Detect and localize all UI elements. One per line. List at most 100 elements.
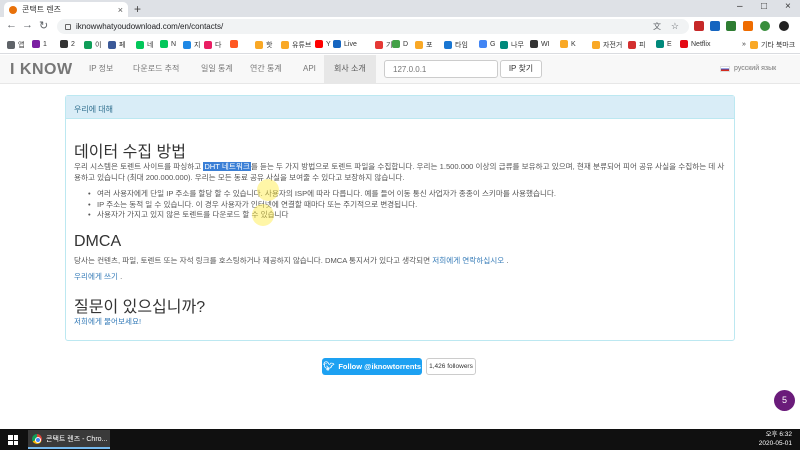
twitter-follow-button[interactable]: 🐦︎ Follow @iknowtorrents	[322, 358, 422, 375]
bookmark-icon	[255, 41, 263, 49]
followers-count[interactable]: 1,426 followers	[426, 358, 476, 375]
bookmark-icon	[375, 41, 383, 49]
bookmark-item[interactable]: D	[392, 40, 408, 48]
caveat-list: 여러 사용자에게 단일 IP 주소를 할당 할 수 있습니다. 사용자의 ISP…	[88, 189, 556, 221]
nav-ip-info[interactable]: IP 정보	[86, 55, 116, 83]
bookmark-icon	[500, 41, 508, 49]
bookmark-item[interactable]: 포	[415, 40, 432, 50]
bookmark-item[interactable]: 기	[375, 40, 392, 50]
bookmark-item[interactable]: 2	[60, 40, 75, 48]
language-switch[interactable]: русский язык	[720, 65, 776, 72]
bookmark-label: 앱	[18, 42, 25, 49]
bookmark-icon	[315, 40, 323, 48]
minimize-icon[interactable]: –	[737, 1, 743, 12]
bookmark-item[interactable]: 다	[204, 40, 221, 50]
extension-icon[interactable]	[743, 21, 753, 31]
bookmark-icon	[750, 41, 758, 49]
bookmark-item[interactable]: Live	[333, 40, 357, 48]
bookmark-icon	[731, 40, 739, 48]
bookmark-item[interactable]: 타임	[444, 40, 468, 50]
notification-badge[interactable]: 5	[774, 390, 795, 411]
bookmark-item[interactable]: G	[479, 40, 495, 48]
maximize-icon[interactable]: □	[761, 1, 767, 12]
back-arrow-icon[interactable]: ←	[6, 19, 17, 31]
bookmark-item[interactable]: »	[731, 40, 746, 48]
write-us-link[interactable]: 우리에게 쓰기	[74, 272, 118, 281]
nav-yearly-stats[interactable]: 연간 통계	[247, 55, 285, 83]
write-us-line: 우리에게 쓰기 .	[74, 272, 122, 283]
new-tab-icon[interactable]: +	[134, 2, 141, 16]
cursor-highlight	[252, 204, 274, 226]
bookmark-item[interactable]: 1	[32, 40, 47, 48]
find-ip-button[interactable]: IP 찾기	[500, 60, 542, 78]
bookmark-item[interactable]: 페	[108, 40, 125, 50]
bookmark-item[interactable]: E	[656, 40, 672, 48]
bookmark-item[interactable]: 지	[183, 40, 200, 50]
bookmark-item[interactable]: WI	[530, 40, 550, 48]
section-questions-title: 질문이 있으십니까?	[74, 299, 206, 316]
bookmark-label: 지	[194, 42, 201, 49]
bookmark-item[interactable]: N	[160, 40, 176, 48]
bookmark-icon	[183, 41, 191, 49]
bookmark-icon	[444, 41, 452, 49]
star-icon[interactable]: ☆	[671, 21, 679, 32]
bookmark-label: N	[171, 40, 177, 48]
lock-icon	[65, 23, 71, 30]
system-clock[interactable]: 오후 6:32 2020-05-01	[759, 431, 792, 448]
nav-download-tracking[interactable]: 다운로드 추적	[130, 55, 182, 83]
bookmark-label: 유튜브	[292, 42, 312, 49]
forward-arrow-icon[interactable]: →	[22, 19, 33, 31]
browser-toolbar: ← → ↻ iknowwhatyoudownload.com/en/contac…	[0, 17, 800, 36]
extension-icon[interactable]	[760, 21, 770, 31]
extension-icon[interactable]	[726, 21, 736, 31]
bookmark-label: 페	[119, 42, 126, 49]
nav-api[interactable]: API	[300, 55, 319, 83]
bookmark-label: E	[667, 40, 672, 48]
bookmark-icon	[60, 40, 68, 48]
translate-icon[interactable]: 文	[653, 21, 661, 32]
bookmark-icon	[656, 40, 664, 48]
bookmark-item[interactable]: 유튜브	[281, 40, 311, 50]
browser-tab[interactable]: 콘택트 렌즈 ×	[4, 2, 128, 17]
bookmark-icon	[84, 41, 92, 49]
taskbar-chrome-item[interactable]: 콘택트 렌즈 - Chro...	[28, 430, 110, 449]
extension-icon[interactable]	[710, 21, 720, 31]
bookmark-item[interactable]: 핫	[255, 40, 272, 50]
ask-us-link[interactable]: 저희에게 물어보세요!	[74, 316, 141, 327]
bookmark-item[interactable]	[230, 40, 241, 48]
bookmark-icon	[7, 41, 15, 49]
panel-header: 우리에 대해	[66, 96, 734, 119]
windows-start-icon[interactable]	[8, 435, 18, 445]
tab-close-icon[interactable]: ×	[118, 5, 123, 15]
bookmark-item[interactable]: 기타 북마크	[750, 40, 795, 50]
bookmark-label: Live	[344, 40, 357, 48]
bookmark-item[interactable]: 나무	[500, 40, 524, 50]
bookmark-label: 2	[71, 40, 75, 48]
bookmark-item[interactable]: 자전거	[592, 40, 622, 50]
site-logo[interactable]: I KNOW	[10, 61, 73, 79]
profile-avatar[interactable]	[779, 21, 789, 31]
bookmark-item[interactable]: 앱	[7, 40, 24, 50]
bookmark-item[interactable]: 이	[84, 40, 101, 50]
dmca-text: 당사는 컨텐츠, 파일, 토렌트 또는 자석 링크를 호스팅하거나 제공하지 않…	[74, 256, 431, 265]
cursor-highlight	[257, 179, 279, 201]
address-bar[interactable]: iknowwhatyoudownload.com/en/contacts/ 文 …	[57, 19, 689, 34]
bookmark-label: »	[742, 40, 746, 48]
section-data-collection-title: 데이터 수집 방법	[74, 144, 186, 161]
bookmark-label: Y	[326, 40, 331, 48]
nav-daily-stats[interactable]: 일일 통계	[198, 55, 236, 83]
bookmark-item[interactable]: Y	[315, 40, 331, 48]
close-window-icon[interactable]: ×	[785, 1, 791, 12]
bookmark-item[interactable]: K	[560, 40, 576, 48]
contact-us-link[interactable]: 저희에게 연락하십시오	[432, 256, 504, 265]
bookmark-item[interactable]: Netflix	[680, 40, 710, 48]
bookmark-item[interactable]: 피	[628, 40, 645, 50]
reload-icon[interactable]: ↻	[39, 19, 48, 32]
dmca-end: .	[506, 256, 509, 265]
extension-icon[interactable]	[694, 21, 704, 31]
bookmark-item[interactable]: 네	[136, 40, 153, 50]
nav-about[interactable]: 회사 소개	[324, 55, 376, 83]
ip-search-input[interactable]	[384, 60, 498, 78]
data-collection-paragraph: 우리 시스템은 토렌트 사이트를 파싱하고 DHT 네트워크를 듣는 두 가지 …	[74, 162, 728, 183]
bookmark-label: 타임	[455, 42, 468, 49]
